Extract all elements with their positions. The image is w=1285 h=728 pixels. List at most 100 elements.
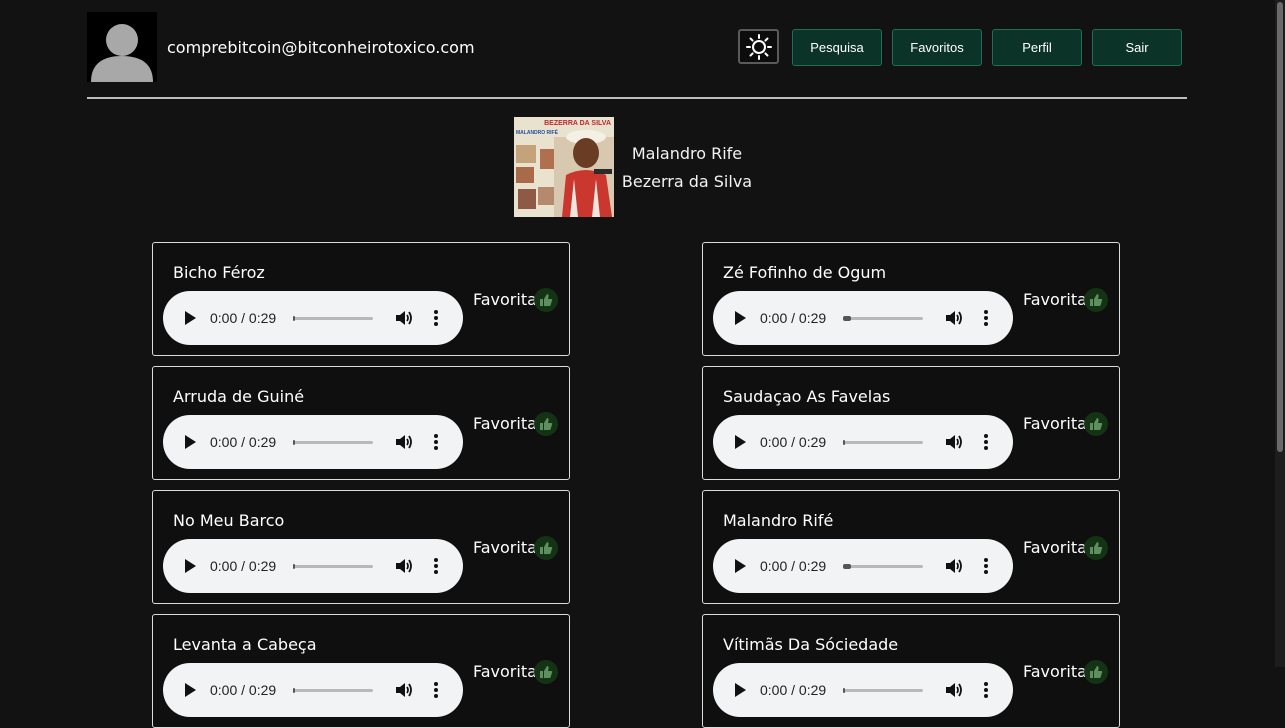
scrollbar-thumb[interactable] xyxy=(1277,2,1283,452)
more-options-icon[interactable] xyxy=(983,557,989,575)
favorite-button[interactable] xyxy=(534,660,558,684)
audio-seek-progress xyxy=(293,440,296,445)
audio-time: 0:00 / 0:29 xyxy=(210,558,277,574)
volume-icon[interactable] xyxy=(945,557,963,575)
audio-seek-progress xyxy=(843,440,846,445)
audio-player[interactable]: 0:00 / 0:29 xyxy=(163,415,463,469)
play-icon[interactable] xyxy=(183,434,197,450)
audio-time: 0:00 / 0:29 xyxy=(760,434,827,450)
nav-perfil-button[interactable]: Perfil xyxy=(992,29,1082,66)
audio-seek-progress xyxy=(843,688,846,693)
favorite-label: Favorita xyxy=(473,290,537,309)
cover-title-text: MALANDRO RIFÉ xyxy=(516,128,559,136)
audio-seek-bar[interactable] xyxy=(293,316,373,321)
play-icon[interactable] xyxy=(733,558,747,574)
play-icon[interactable] xyxy=(183,558,197,574)
audio-seek-progress xyxy=(293,316,296,321)
track-card: Vítimãs Da Sóciedade 0:00 / 0:29 Favorit… xyxy=(702,614,1120,728)
nav-pesquisa-button[interactable]: Pesquisa xyxy=(792,29,882,66)
audio-player[interactable]: 0:00 / 0:29 xyxy=(163,663,463,717)
audio-time: 0:00 / 0:29 xyxy=(760,558,827,574)
favorite-button[interactable] xyxy=(534,288,558,312)
thumbs-up-icon xyxy=(540,418,553,430)
audio-seek-bar[interactable] xyxy=(293,564,373,569)
track-card: No Meu Barco 0:00 / 0:29 Favorita xyxy=(152,490,570,604)
track-title: Arruda de Guiné xyxy=(173,387,305,406)
nav-favoritos-button[interactable]: Favoritos xyxy=(892,29,982,66)
audio-player[interactable]: 0:00 / 0:29 xyxy=(713,291,1013,345)
audio-seek-bar[interactable] xyxy=(843,440,923,445)
thumbs-up-icon xyxy=(1090,666,1103,678)
thumbs-up-icon xyxy=(540,666,553,678)
audio-seek-bar[interactable] xyxy=(293,440,373,445)
header-divider xyxy=(87,97,1187,99)
favorite-label: Favorita xyxy=(1023,414,1087,433)
favorite-button[interactable] xyxy=(534,412,558,436)
avatar[interactable] xyxy=(87,12,157,82)
favorite-button[interactable] xyxy=(1084,412,1108,436)
play-icon[interactable] xyxy=(733,434,747,450)
more-options-icon[interactable] xyxy=(433,681,439,699)
more-options-icon[interactable] xyxy=(433,433,439,451)
audio-player[interactable]: 0:00 / 0:29 xyxy=(713,663,1013,717)
audio-time: 0:00 / 0:29 xyxy=(760,682,827,698)
audio-time: 0:00 / 0:29 xyxy=(210,434,277,450)
track-title: Vítimãs Da Sóciedade xyxy=(723,635,899,654)
audio-seek-bar[interactable] xyxy=(843,564,923,569)
audio-seek-progress xyxy=(843,564,851,569)
track-card: Zé Fofinho de Ogum 0:00 / 0:29 Favorita xyxy=(702,242,1120,356)
favorite-label: Favorita xyxy=(473,538,537,557)
track-title: Levanta a Cabeça xyxy=(173,635,317,654)
audio-player[interactable]: 0:00 / 0:29 xyxy=(163,539,463,593)
play-icon[interactable] xyxy=(733,682,747,698)
play-icon[interactable] xyxy=(183,682,197,698)
audio-player[interactable]: 0:00 / 0:29 xyxy=(163,291,463,345)
favorite-label: Favorita xyxy=(1023,290,1087,309)
more-options-icon[interactable] xyxy=(433,309,439,327)
volume-icon[interactable] xyxy=(945,433,963,451)
volume-icon[interactable] xyxy=(945,681,963,699)
favorite-label: Favorita xyxy=(1023,662,1087,681)
favorite-button[interactable] xyxy=(534,536,558,560)
track-card: Saudaçao As Favelas 0:00 / 0:29 Favorita xyxy=(702,366,1120,480)
track-title: Saudaçao As Favelas xyxy=(723,387,891,406)
more-options-icon[interactable] xyxy=(983,309,989,327)
audio-time: 0:00 / 0:29 xyxy=(210,682,277,698)
theme-toggle-button[interactable] xyxy=(738,29,779,64)
thumbs-up-icon xyxy=(540,294,553,306)
audio-player[interactable]: 0:00 / 0:29 xyxy=(713,539,1013,593)
track-title: Bicho Féroz xyxy=(173,263,265,282)
audio-player[interactable]: 0:00 / 0:29 xyxy=(713,415,1013,469)
cover-artist-text: BEZERRA DA SILVA xyxy=(544,120,611,127)
thumbs-up-icon xyxy=(1090,542,1103,554)
track-card: Arruda de Guiné 0:00 / 0:29 Favorita xyxy=(152,366,570,480)
play-icon[interactable] xyxy=(733,310,747,326)
audio-seek-progress xyxy=(293,688,296,693)
more-options-icon[interactable] xyxy=(983,433,989,451)
volume-icon[interactable] xyxy=(395,433,413,451)
more-options-icon[interactable] xyxy=(983,681,989,699)
header: comprebitcoin@bitconheirotoxico.com Pesq… xyxy=(87,12,1187,82)
thumbs-up-icon xyxy=(1090,294,1103,306)
track-title: Zé Fofinho de Ogum xyxy=(723,263,887,282)
volume-icon[interactable] xyxy=(395,681,413,699)
more-options-icon[interactable] xyxy=(433,557,439,575)
nav-sair-button[interactable]: Sair xyxy=(1092,29,1182,66)
user-email: comprebitcoin@bitconheirotoxico.com xyxy=(167,38,475,57)
volume-icon[interactable] xyxy=(395,557,413,575)
favorite-button[interactable] xyxy=(1084,288,1108,312)
track-card: Bicho Féroz 0:00 / 0:29 Favorita xyxy=(152,242,570,356)
track-title: Malandro Rifé xyxy=(723,511,834,530)
audio-seek-bar[interactable] xyxy=(293,688,373,693)
sun-icon xyxy=(745,33,772,60)
volume-icon[interactable] xyxy=(395,309,413,327)
thumbs-up-icon xyxy=(540,542,553,554)
play-icon[interactable] xyxy=(183,310,197,326)
user-silhouette-icon xyxy=(91,24,153,82)
scrollbar[interactable] xyxy=(1275,0,1285,667)
audio-seek-bar[interactable] xyxy=(843,688,923,693)
volume-icon[interactable] xyxy=(945,309,963,327)
favorite-button[interactable] xyxy=(1084,536,1108,560)
favorite-button[interactable] xyxy=(1084,660,1108,684)
audio-seek-bar[interactable] xyxy=(843,316,923,321)
